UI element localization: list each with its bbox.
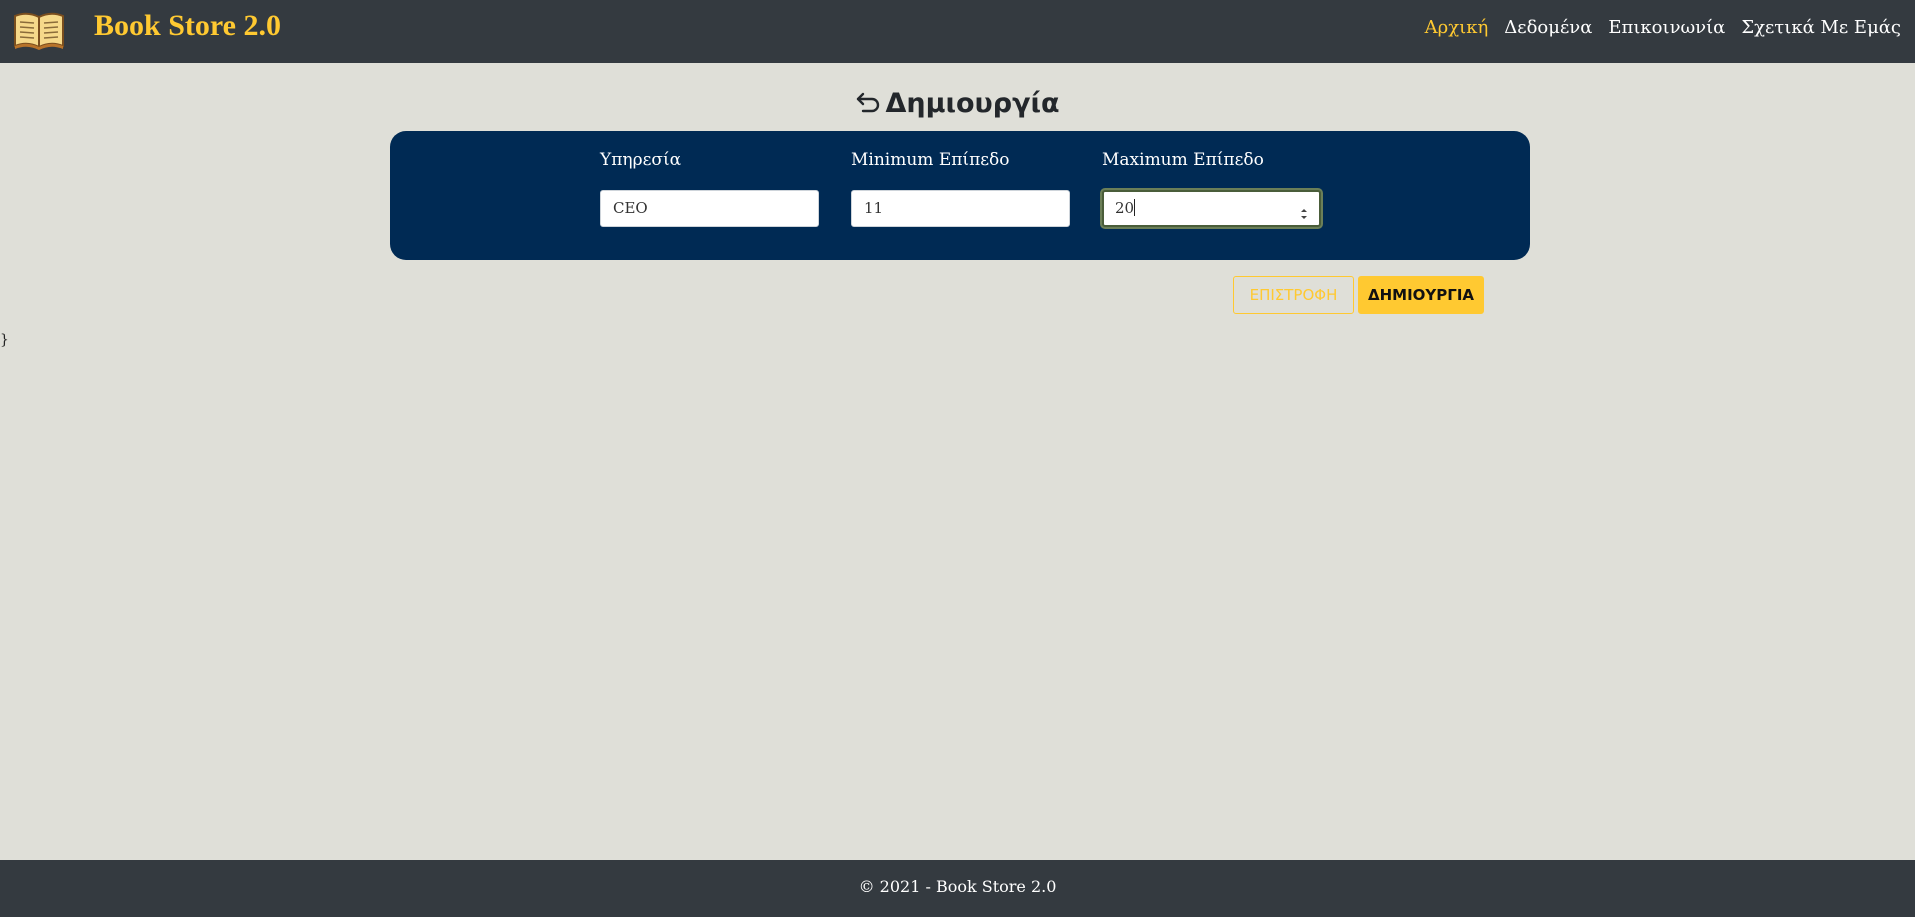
brand-title[interactable]: Book Store 2.0 (94, 9, 281, 43)
service-input[interactable]: CEO (600, 190, 819, 227)
number-spinner-icon[interactable] (1299, 201, 1309, 219)
nav-item-data[interactable]: Δεδομένα (1504, 17, 1592, 38)
create-form-panel: Υπηρεσία CEO Minimum Επίπεδο 11 Maximum … (390, 131, 1530, 260)
page-title: Δημιουργία (885, 88, 1060, 119)
back-button[interactable]: ΕΠΙΣΤΡΟΦΗ (1233, 276, 1354, 314)
service-input-value: CEO (613, 199, 648, 217)
open-book-icon[interactable] (13, 8, 65, 50)
page-title-row: Δημιουργία (0, 88, 1915, 121)
footer-copyright: © 2021 - Book Store 2.0 (858, 877, 1057, 896)
maximum-level-input[interactable]: 20 (1102, 190, 1321, 227)
maximum-level-input-value: 20 (1115, 199, 1135, 217)
footer: © 2021 - Book Store 2.0 (0, 860, 1915, 917)
text-caret (1134, 199, 1136, 216)
nav-item-home[interactable]: Αρχική (1425, 17, 1489, 38)
minimum-level-label: Minimum Επίπεδο (851, 150, 1010, 170)
nav-item-about[interactable]: Σχετικά Με Εμάς (1741, 17, 1901, 38)
minimum-level-input-value: 11 (864, 199, 884, 217)
minimum-level-input[interactable]: 11 (851, 190, 1070, 227)
stray-text: } (0, 332, 9, 348)
nav-item-contact[interactable]: Επικοινωνία (1608, 17, 1725, 38)
navbar: Book Store 2.0 Αρχική Δεδομένα Επικοινων… (0, 0, 1915, 63)
return-arrow-icon[interactable] (855, 90, 881, 121)
create-button[interactable]: ΔΗΜΙΟΥΡΓΙΑ (1358, 276, 1484, 314)
main-nav: Αρχική Δεδομένα Επικοινωνία Σχετικά Με Ε… (1425, 17, 1901, 38)
maximum-level-label: Maximum Επίπεδο (1102, 150, 1264, 170)
service-label: Υπηρεσία (600, 150, 682, 170)
